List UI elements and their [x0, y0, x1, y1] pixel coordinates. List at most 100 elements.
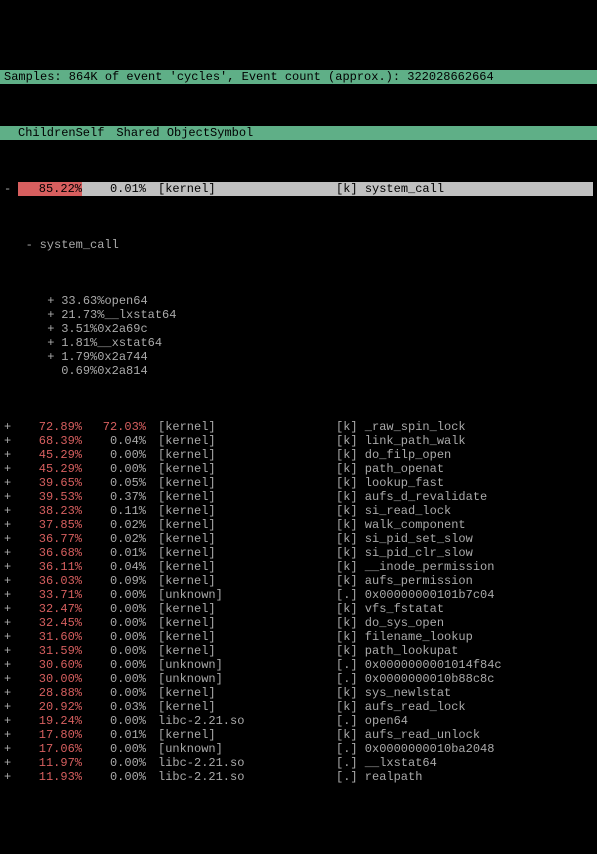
children-pct: 36.77% [18, 532, 82, 546]
expand-icon[interactable]: + [4, 756, 18, 770]
perf-row[interactable]: +11.97%0.00%libc-2.21.so[.] __lxstat64 [0, 756, 597, 770]
expand-icon[interactable]: + [4, 532, 18, 546]
perf-row[interactable]: +45.29%0.00%[kernel][k] path_openat [0, 462, 597, 476]
perf-row[interactable]: +31.59%0.00%[kernel][k] path_lookupat [0, 644, 597, 658]
symbol: [k] walk_component [336, 518, 593, 532]
perf-row[interactable]: +38.23%0.11%[kernel][k] si_read_lock [0, 504, 597, 518]
perf-row[interactable]: +39.53%0.37%[kernel][k] aufs_d_revalidat… [0, 490, 597, 504]
shared-object: [unknown] [146, 588, 336, 602]
perf-row[interactable]: +28.88%0.00%[kernel][k] sys_newlstat [0, 686, 597, 700]
col-shared-object: Shared Object [104, 126, 210, 140]
shared-object: [kernel] [146, 728, 336, 742]
perf-row[interactable]: +30.00%0.00%[unknown][.] 0x0000000010b88… [0, 672, 597, 686]
expand-icon[interactable]: + [4, 518, 18, 532]
expand-icon[interactable]: + [4, 602, 18, 616]
perf-row-selected[interactable]: -85.22%0.01%[kernel][k] system_call [0, 182, 597, 196]
expand-icon[interactable]: + [4, 574, 18, 588]
callchain-symbol: 0x2a814 [97, 364, 147, 378]
symbol: [k] system_call [336, 182, 593, 196]
expand-icon[interactable]: + [4, 560, 18, 574]
expand-icon[interactable]: + [4, 644, 18, 658]
shared-object: [kernel] [146, 546, 336, 560]
expand-icon[interactable]: + [4, 770, 18, 784]
expand-icon[interactable]: + [4, 742, 18, 756]
expand-icon[interactable]: + [47, 336, 61, 350]
children-pct: 33.71% [18, 588, 82, 602]
col-self: Self [76, 126, 105, 140]
perf-row[interactable]: +68.39%0.04%[kernel][k] link_path_walk [0, 434, 597, 448]
expand-icon[interactable]: + [4, 630, 18, 644]
callchain-item[interactable]: + 21.73% __lxstat64 [0, 308, 597, 322]
perf-row[interactable]: +32.47%0.00%[kernel][k] vfs_fstatat [0, 602, 597, 616]
expand-icon[interactable]: + [4, 700, 18, 714]
callchain-item[interactable]: + 33.63% open64 [0, 294, 597, 308]
callchain-item[interactable]: + 3.51% 0x2a69c [0, 322, 597, 336]
shared-object: libc-2.21.so [146, 714, 336, 728]
callchain-item[interactable]: + 1.79% 0x2a744 [0, 350, 597, 364]
expand-icon[interactable]: + [4, 434, 18, 448]
symbol: [.] 0x00000000101b7c04 [336, 588, 593, 602]
expand-icon[interactable]: + [4, 420, 18, 434]
perf-row[interactable]: +72.89%72.03%[kernel][k] _raw_spin_lock [0, 420, 597, 434]
symbol: [k] si_pid_set_slow [336, 532, 593, 546]
perf-row[interactable]: +17.06%0.00%[unknown][.] 0x0000000010ba2… [0, 742, 597, 756]
perf-row[interactable]: +45.29%0.00%[kernel][k] do_filp_open [0, 448, 597, 462]
expand-icon[interactable]: + [4, 714, 18, 728]
perf-row[interactable]: +33.71%0.00%[unknown][.] 0x00000000101b7… [0, 588, 597, 602]
callchain-root[interactable]: - system_call [0, 238, 597, 252]
symbol: [k] path_openat [336, 462, 593, 476]
expand-icon[interactable]: + [4, 616, 18, 630]
perf-row[interactable]: +36.11%0.04%[kernel][k] __inode_permissi… [0, 560, 597, 574]
expand-icon[interactable]: + [47, 294, 61, 308]
expand-icon[interactable]: + [47, 350, 61, 364]
self-pct: 0.00% [82, 448, 146, 462]
perf-row[interactable]: +32.45%0.00%[kernel][k] do_sys_open [0, 616, 597, 630]
expand-icon[interactable] [47, 364, 61, 378]
collapse-icon[interactable]: - [4, 182, 18, 196]
perf-row[interactable]: +36.03%0.09%[kernel][k] aufs_permission [0, 574, 597, 588]
perf-row[interactable]: +20.92%0.03%[kernel][k] aufs_read_lock [0, 700, 597, 714]
perf-row[interactable]: +17.80%0.01%[kernel][k] aufs_read_unlock [0, 728, 597, 742]
perf-row[interactable]: +30.60%0.00%[unknown][.] 0x0000000001014… [0, 658, 597, 672]
callchain-item[interactable]: + 1.81% __xstat64 [0, 336, 597, 350]
shared-object: libc-2.21.so [146, 756, 336, 770]
perf-row[interactable]: +39.65%0.05%[kernel][k] lookup_fast [0, 476, 597, 490]
callchain-symbol: __xstat64 [97, 336, 162, 350]
perf-row[interactable]: +19.24%0.00%libc-2.21.so[.] open64 [0, 714, 597, 728]
shared-object: [kernel] [146, 182, 336, 196]
expand-icon[interactable]: + [4, 504, 18, 518]
self-pct: 0.01% [82, 546, 146, 560]
perf-row[interactable]: +11.93%0.00%libc-2.21.so[.] realpath [0, 770, 597, 784]
shared-object: [kernel] [146, 504, 336, 518]
collapse-icon[interactable]: - [26, 238, 40, 252]
self-pct: 0.02% [82, 518, 146, 532]
expand-icon[interactable]: + [4, 546, 18, 560]
expand-icon[interactable]: + [47, 308, 61, 322]
children-pct: 31.60% [18, 630, 82, 644]
perf-row[interactable]: +36.77%0.02%[kernel][k] si_pid_set_slow [0, 532, 597, 546]
self-pct: 0.00% [82, 742, 146, 756]
perf-row[interactable]: +37.85%0.02%[kernel][k] walk_component [0, 518, 597, 532]
shared-object: [kernel] [146, 448, 336, 462]
symbol: [k] sys_newlstat [336, 686, 593, 700]
expand-icon[interactable]: + [4, 588, 18, 602]
expand-icon[interactable]: + [4, 448, 18, 462]
expand-icon[interactable]: + [4, 658, 18, 672]
expand-icon[interactable]: + [4, 490, 18, 504]
self-pct: 0.03% [82, 700, 146, 714]
expand-icon[interactable]: + [4, 728, 18, 742]
self-pct: 0.37% [82, 490, 146, 504]
children-pct: 11.97% [18, 756, 82, 770]
children-pct: 37.85% [18, 518, 82, 532]
expand-icon[interactable]: + [4, 462, 18, 476]
expand-icon[interactable]: + [4, 672, 18, 686]
expand-icon[interactable]: + [47, 322, 61, 336]
perf-row[interactable]: +31.60%0.00%[kernel][k] filename_lookup [0, 630, 597, 644]
expand-icon[interactable]: + [4, 476, 18, 490]
callchain-item[interactable]: 0.69% 0x2a814 [0, 364, 597, 378]
expand-icon[interactable]: + [4, 686, 18, 700]
callchain-label: system_call [40, 238, 119, 252]
callchain-pct: 0.69% [61, 364, 97, 378]
children-pct: 45.29% [18, 462, 82, 476]
perf-row[interactable]: +36.68%0.01%[kernel][k] si_pid_clr_slow [0, 546, 597, 560]
